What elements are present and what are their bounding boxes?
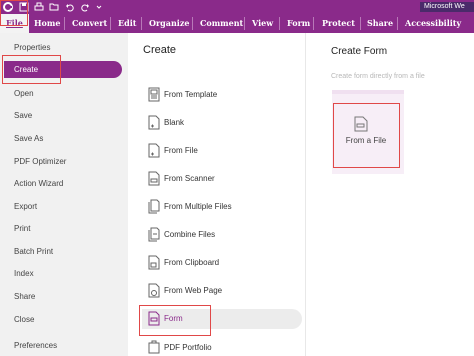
print-icon[interactable]	[34, 2, 44, 12]
form-icon	[148, 311, 160, 326]
option-from-file[interactable]: From File	[142, 141, 302, 161]
option-label: From Scanner	[164, 174, 215, 183]
nav-item-open[interactable]: Open	[14, 88, 34, 100]
from-a-file-label: From a File	[345, 136, 387, 145]
blank-page-icon	[148, 115, 160, 130]
backstage-nav	[0, 33, 128, 356]
option-label: From Clipboard	[164, 258, 220, 267]
tab-share[interactable]: Share	[367, 14, 393, 33]
option-combine-files[interactable]: Combine Files	[142, 225, 302, 245]
clipboard-icon	[148, 255, 160, 270]
option-from-scanner[interactable]: From Scanner	[142, 169, 302, 189]
create-panel: Create From Template Blank From File Fro…	[128, 33, 306, 356]
title-bar: Microsoft We	[0, 0, 474, 14]
option-from-clipboard[interactable]: From Clipboard	[142, 253, 302, 273]
nav-item-properties[interactable]: Properties	[14, 42, 50, 54]
tab-view[interactable]: View	[252, 14, 273, 33]
save-icon[interactable]	[19, 2, 29, 12]
option-from-web-page[interactable]: From Web Page	[142, 281, 302, 301]
tab-accessibility[interactable]: Accessibility	[405, 14, 461, 33]
create-form-title: Create Form	[331, 46, 388, 57]
template-icon	[148, 87, 160, 102]
nav-item-share[interactable]: Share	[14, 291, 35, 303]
app-title: Microsoft We	[420, 2, 474, 12]
option-label: From Web Page	[164, 286, 223, 295]
tab-organize[interactable]: Organize	[149, 14, 189, 33]
scanner-icon	[148, 171, 160, 186]
nav-item-print[interactable]: Print	[14, 223, 30, 235]
nav-item-action-wizard[interactable]: Action Wizard	[14, 178, 63, 190]
redo-icon[interactable]	[80, 2, 90, 12]
option-blank[interactable]: Blank	[142, 113, 302, 133]
multiple-files-icon	[148, 199, 160, 214]
option-label: Combine Files	[164, 230, 216, 239]
nav-item-export[interactable]: Export	[14, 201, 37, 213]
tab-comment[interactable]: Comment	[200, 14, 243, 33]
create-panel-title: Create	[143, 44, 177, 56]
open-icon[interactable]	[49, 2, 59, 12]
option-label: Blank	[164, 118, 185, 127]
option-form[interactable]: Form	[142, 309, 302, 329]
file-icon	[148, 143, 160, 158]
tab-file[interactable]: File	[0, 14, 29, 33]
web-page-icon	[148, 283, 160, 298]
nav-item-create-label: Create	[14, 65, 39, 74]
nav-item-save[interactable]: Save	[14, 110, 32, 122]
portfolio-icon	[148, 340, 160, 354]
create-form-panel: Create Form Create form directly from a …	[306, 33, 474, 356]
customize-icon[interactable]	[94, 2, 104, 12]
option-label: From Template	[164, 90, 218, 99]
tab-convert[interactable]: Convert	[72, 14, 107, 33]
tab-edit[interactable]: Edit	[118, 14, 136, 33]
option-label: From Multiple Files	[164, 202, 232, 211]
nav-item-close[interactable]: Close	[14, 314, 34, 326]
create-form-subtitle: Create form directly from a file	[331, 73, 425, 80]
tab-home[interactable]: Home	[34, 14, 60, 33]
option-label: Form	[164, 314, 183, 323]
combine-files-icon	[148, 227, 160, 242]
ribbon-tabs: File Home Convert Edit Organize Comment …	[0, 14, 474, 33]
nav-item-save-as[interactable]: Save As	[14, 133, 43, 145]
app-logo-icon	[3, 2, 13, 12]
form-file-icon	[354, 116, 368, 132]
from-a-file-card[interactable]	[332, 90, 404, 174]
option-from-multiple-files[interactable]: From Multiple Files	[142, 197, 302, 217]
option-label: From File	[164, 146, 198, 155]
option-pdf-portfolio[interactable]: PDF Portfolio	[142, 338, 302, 356]
option-from-template[interactable]: From Template	[142, 85, 302, 105]
nav-item-batch-print[interactable]: Batch Print	[14, 246, 53, 258]
nav-item-preferences[interactable]: Preferences	[14, 340, 57, 352]
tab-form[interactable]: Form	[287, 14, 310, 33]
option-label: PDF Portfolio	[164, 343, 212, 352]
nav-item-pdf-optimizer[interactable]: PDF Optimizer	[14, 156, 66, 168]
nav-item-index[interactable]: Index	[14, 268, 34, 280]
undo-icon[interactable]	[65, 2, 75, 12]
tab-protect[interactable]: Protect	[322, 14, 355, 33]
